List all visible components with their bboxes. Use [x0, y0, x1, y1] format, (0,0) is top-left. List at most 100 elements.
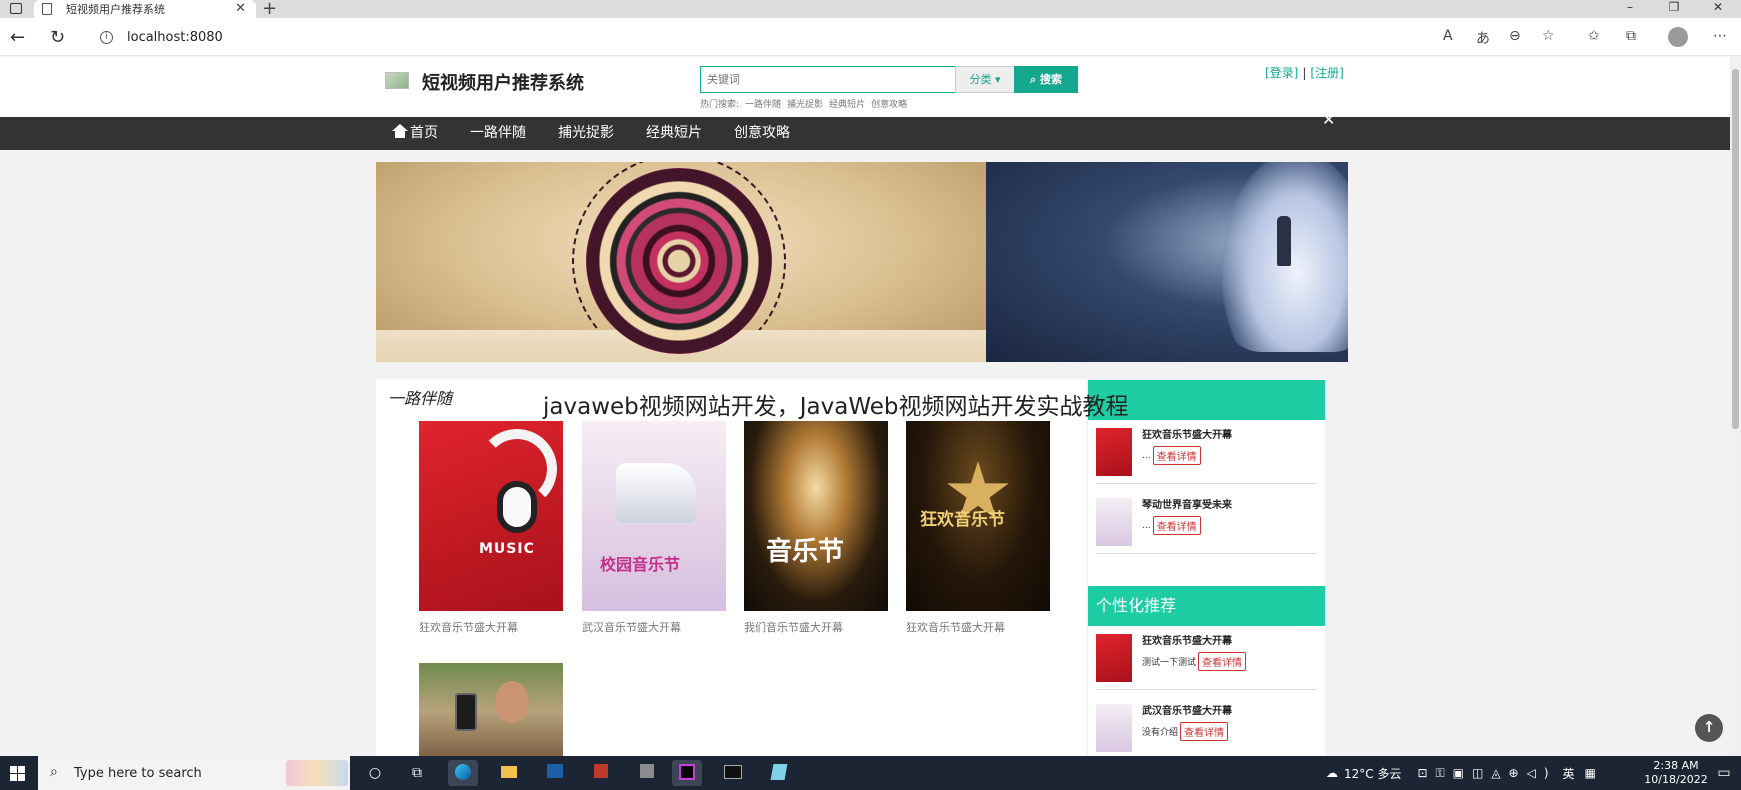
search-input[interactable] — [700, 66, 956, 93]
register-link[interactable]: [注册] — [1310, 66, 1343, 80]
file-explorer-icon[interactable] — [494, 760, 524, 786]
app-icon-blue[interactable] — [540, 760, 570, 786]
site-title[interactable]: 短视频用户推荐系统 — [422, 69, 584, 95]
sidebar-item-title[interactable]: 琴动世界音享受未来 — [1142, 496, 1232, 511]
video-card[interactable]: MUSIC 狂欢音乐节盛大开幕 — [419, 421, 563, 635]
site-info-icon[interactable]: i — [100, 30, 113, 44]
sidebar-item[interactable]: 狂欢音乐节盛大开幕 测试一下测试 查看详情 — [1096, 628, 1317, 690]
ime-indicator[interactable]: 英 — [1563, 765, 1575, 782]
phone-graphic — [455, 693, 477, 731]
video-card[interactable]: 音乐节 我们音乐节盛大开幕 — [744, 421, 888, 635]
video-caption[interactable]: 武汉音乐节盛大开幕 — [582, 619, 726, 635]
hot-term[interactable]: 捕光捉影 — [787, 97, 823, 110]
banner-carousel[interactable] — [376, 162, 1348, 362]
search-button-label: 搜索 — [1040, 73, 1062, 86]
app-icon-red[interactable] — [586, 760, 616, 786]
video-caption[interactable]: 狂欢音乐节盛大开幕 — [419, 619, 563, 635]
refresh-icon[interactable]: ↻ — [50, 27, 65, 48]
calendar-icon[interactable]: ▦ — [1585, 766, 1596, 780]
sidebar-item-title[interactable]: 狂欢音乐节盛大开幕 — [1142, 632, 1232, 647]
sidebar-item-title[interactable]: 武汉音乐节盛大开幕 — [1142, 702, 1232, 717]
restore-button[interactable]: ❐ — [1652, 0, 1696, 18]
edge-browser-icon[interactable] — [448, 760, 478, 786]
url-field[interactable]: i localhost:8080 — [86, 23, 1446, 51]
video-card[interactable]: 校园音乐节 武汉音乐节盛大开幕 — [582, 421, 726, 635]
overlay-caption: javaweb视频网站开发，JavaWeb视频网站开发实战教程 — [543, 394, 1129, 420]
video-card[interactable]: 狂欢音乐节 狂欢音乐节盛大开幕 — [906, 421, 1050, 635]
hot-term[interactable]: 一路伴随 — [745, 97, 781, 110]
view-detail-button[interactable]: 查看详情 — [1198, 652, 1247, 671]
favorites-icon[interactable]: ✩ — [1588, 28, 1600, 44]
sidebar-thumb[interactable] — [1096, 428, 1132, 476]
browser-tab[interactable]: 短视频用户推荐系统 ✕ — [34, 0, 256, 18]
nav-item-home[interactable]: 首页 — [392, 117, 454, 150]
site-logo[interactable] — [385, 72, 409, 89]
task-view-icon[interactable]: ⧉ — [402, 760, 432, 786]
video-caption[interactable]: 我们音乐节盛大开幕 — [744, 619, 888, 635]
nav-item-creative[interactable]: 创意攻略 — [718, 117, 806, 150]
more-icon[interactable]: ⋯ — [1713, 28, 1727, 44]
video-poster[interactable]: 校园音乐节 — [582, 421, 726, 611]
sidebar-thumb[interactable] — [1096, 704, 1132, 752]
sidebar-item[interactable]: 琴动世界音享受未来 ... 查看详情 — [1096, 492, 1317, 554]
tab-actions-icon[interactable] — [10, 3, 22, 14]
taskbar-search[interactable]: ⌕ Type here to search — [38, 756, 350, 790]
scrollbar-thumb[interactable] — [1732, 69, 1739, 429]
taskbar-clock[interactable]: 2:38 AM 10/18/2022 — [1640, 759, 1712, 787]
favorite-add-icon[interactable]: ☆ — [1542, 28, 1555, 44]
address-bar: ← ↻ i localhost:8080 A あ ⊖ ☆ ✩ ⧉ ⋯ — [0, 18, 1741, 56]
windows-start-icon[interactable] — [10, 766, 25, 781]
notifications-icon[interactable]: ▭ — [1712, 760, 1736, 786]
profile-icon[interactable] — [1668, 27, 1688, 47]
nav-item-companion[interactable]: 一路伴随 — [454, 117, 542, 150]
category-dropdown[interactable]: 分类 ▾ — [955, 66, 1015, 93]
nav-item-capture[interactable]: 捕光捉影 — [542, 117, 630, 150]
sidebar-thumb[interactable] — [1096, 634, 1132, 682]
sidebar-thumb[interactable] — [1096, 498, 1132, 546]
read-aloud-icon[interactable]: A — [1443, 28, 1453, 44]
terminal-icon[interactable] — [718, 760, 748, 786]
view-detail-button[interactable]: 查看详情 — [1180, 722, 1229, 741]
nav-item-classic[interactable]: 经典短片 — [630, 117, 718, 150]
browser-tab-strip: 短视频用户推荐系统 ✕ + – ❐ ✕ — [0, 0, 1741, 19]
sidebar-item[interactable]: 狂欢音乐节盛大开幕 ... 查看详情 — [1096, 422, 1317, 484]
video-poster[interactable] — [419, 663, 563, 756]
video-poster[interactable]: 狂欢音乐节 — [906, 421, 1050, 611]
back-arrow-icon[interactable]: ← — [10, 27, 25, 48]
home-icon — [392, 124, 408, 138]
sidebar-item[interactable]: 武汉音乐节盛大开幕 没有介绍 查看详情 — [1096, 698, 1317, 756]
tray-icons[interactable]: ⊡⚿▣◫◬⊕◁) — [1417, 766, 1556, 781]
translate-icon[interactable]: あ — [1476, 28, 1490, 48]
close-tab-icon[interactable]: ✕ — [235, 1, 246, 16]
back-to-top-icon[interactable]: ↑ — [1695, 714, 1723, 742]
video-card[interactable] — [419, 663, 563, 756]
banner-figure — [1277, 216, 1291, 266]
weather-icon[interactable]: ☁ — [1326, 766, 1338, 780]
sidebar-item-title[interactable]: 狂欢音乐节盛大开幕 — [1142, 426, 1232, 441]
video-poster[interactable]: 音乐节 — [744, 421, 888, 611]
view-detail-button[interactable]: 查看详情 — [1152, 516, 1201, 535]
main-section: 一路伴随 MUSIC 狂欢音乐节盛大开幕 校园音乐节 武汉音乐节盛大开幕 音乐节… — [376, 379, 1086, 756]
nav-label: 首页 — [410, 125, 438, 141]
minimize-button[interactable]: – — [1608, 0, 1652, 18]
section-title: 一路伴随 — [388, 389, 453, 408]
page-icon — [42, 3, 52, 15]
cortana-icon[interactable]: ○ — [360, 760, 390, 786]
weather-text[interactable]: 12°C 多云 — [1344, 765, 1401, 782]
collections-icon[interactable]: ⧉ — [1626, 28, 1636, 44]
video-caption[interactable]: 狂欢音乐节盛大开幕 — [906, 619, 1050, 635]
new-tab-button[interactable]: + — [262, 0, 277, 19]
zoom-icon[interactable]: ⊖ — [1509, 28, 1521, 44]
page-scrollbar[interactable] — [1730, 57, 1741, 756]
view-detail-button[interactable]: 查看详情 — [1152, 446, 1201, 465]
hot-term[interactable]: 经典短片 — [829, 97, 865, 110]
close-window-button[interactable]: ✕ — [1696, 0, 1740, 18]
hot-term[interactable]: 创意攻略 — [871, 97, 907, 110]
login-link[interactable]: [登录] — [1265, 66, 1298, 80]
search-button[interactable]: ⌕ 搜索 — [1014, 66, 1078, 93]
banner-close-icon[interactable]: ✕ — [1322, 110, 1335, 129]
video-poster[interactable]: MUSIC — [419, 421, 563, 611]
notepad-icon[interactable] — [764, 760, 794, 786]
intellij-icon[interactable] — [672, 760, 702, 786]
app-icon-tools[interactable] — [632, 760, 662, 786]
